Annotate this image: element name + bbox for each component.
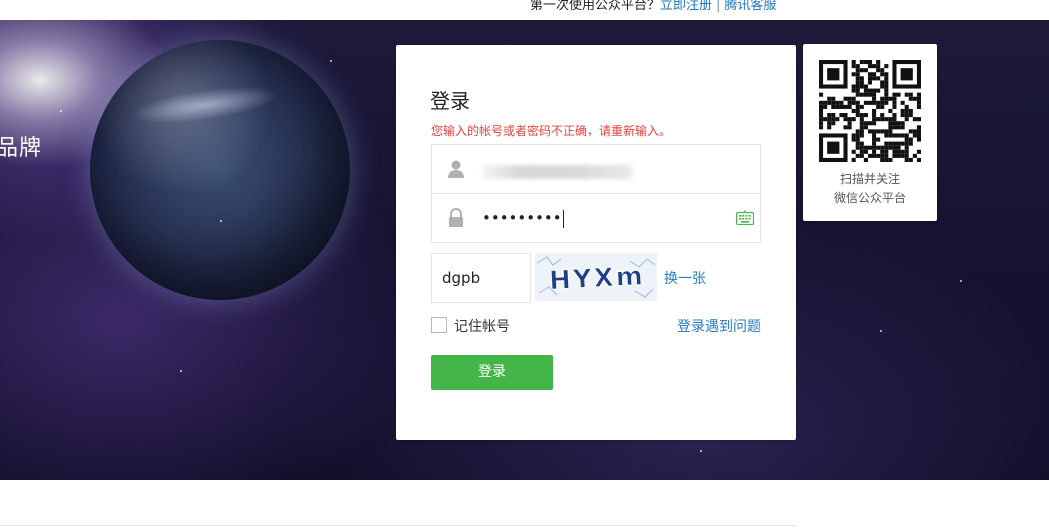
error-message: 您输入的帐号或者密码不正确，请重新输入。 — [431, 124, 672, 138]
captcha-input[interactable]: dgpb — [431, 253, 531, 303]
qr-panel: 扫描并关注 微信公众平台 — [803, 44, 937, 221]
star — [960, 280, 962, 282]
login-panel: 登录 您输入的帐号或者密码不正确，请重新输入。 ••••••••• dgpb H… — [396, 45, 796, 440]
star — [330, 60, 332, 62]
star — [60, 110, 62, 112]
user-icon — [446, 159, 466, 179]
password-value: ••••••••• — [482, 208, 564, 228]
captcha-image-text: HYXm — [548, 261, 645, 296]
planet-image — [90, 40, 350, 300]
text-caret — [562, 209, 564, 228]
credentials-box: ••••••••• — [431, 144, 761, 243]
captcha-refresh-link[interactable]: 换一张 — [664, 268, 706, 288]
top-bar: 第一次使用公众平台？立即注册 | 腾讯客服 — [0, 0, 1049, 20]
qr-caption-line2: 微信公众平台 — [833, 191, 906, 205]
topbar-prompt: 第一次使用公众平台？ — [530, 0, 661, 13]
password-field[interactable]: ••••••••• — [432, 194, 760, 242]
footer-divider — [0, 525, 796, 526]
qr-caption-line1: 扫描并关注 — [839, 172, 900, 186]
qr-code-icon — [819, 60, 921, 162]
username-redacted — [482, 165, 632, 179]
captcha-input-value: dgpb — [442, 269, 481, 287]
star — [880, 330, 882, 332]
support-link[interactable]: 腾讯客服 — [724, 0, 776, 13]
lock-icon — [446, 208, 466, 228]
star — [180, 370, 182, 372]
remember-label[interactable]: 记住帐号 — [454, 316, 510, 336]
star — [220, 220, 222, 222]
password-dots: ••••••••• — [482, 209, 562, 227]
remember-checkbox[interactable] — [431, 317, 447, 333]
register-link[interactable]: 立即注册 — [660, 0, 712, 13]
star — [700, 450, 702, 452]
username-field[interactable] — [432, 145, 760, 194]
brand-text: 品牌 — [0, 136, 43, 161]
login-button[interactable]: 登录 — [431, 355, 553, 390]
login-help-link[interactable]: 登录遇到问题 — [677, 316, 761, 336]
login-title: 登录 — [430, 89, 470, 113]
keyboard-icon[interactable] — [735, 210, 755, 226]
topbar-text: 第一次使用公众平台？立即注册 | 腾讯客服 — [530, 0, 776, 13]
captcha-image[interactable]: HYXm — [535, 253, 657, 301]
topbar-separator: | — [716, 0, 721, 13]
